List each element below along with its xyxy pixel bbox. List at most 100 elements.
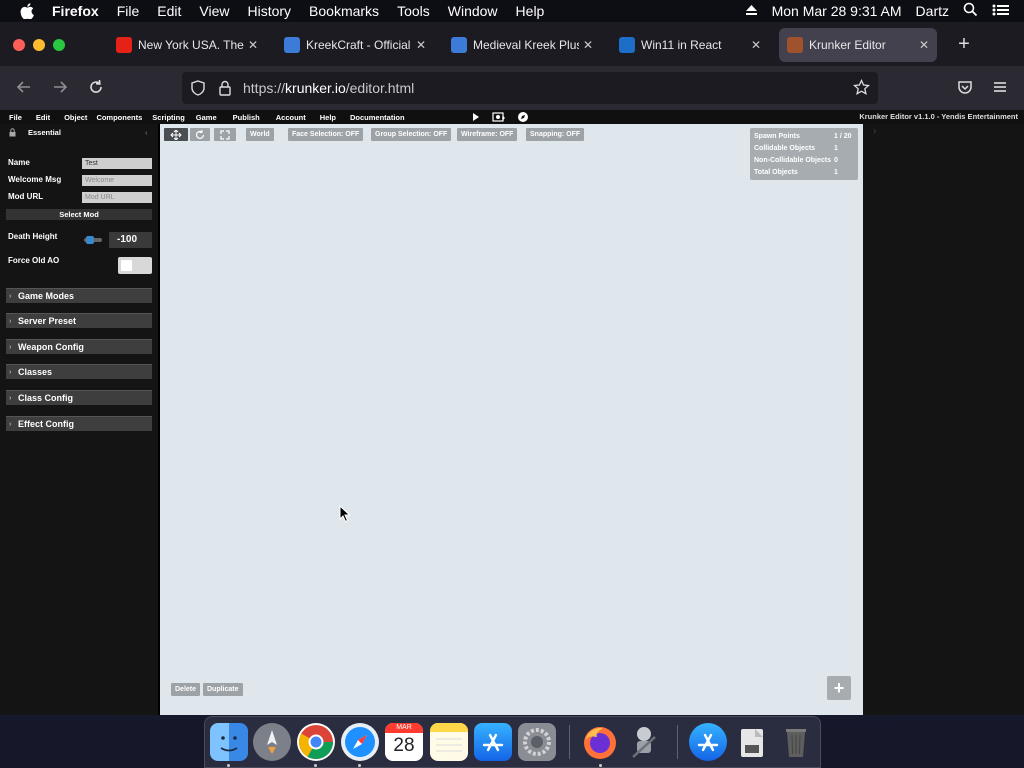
editor-menu-publish[interactable]: Publish <box>233 113 260 122</box>
navigation-toolbar: https://krunker.io/editor.html <box>0 66 1024 110</box>
add-object-button[interactable]: + <box>827 676 851 700</box>
menubar-datetime[interactable]: Mon Mar 28 9:31 AM <box>772 3 902 19</box>
face-selection-toggle[interactable]: Face Selection: OFF <box>288 128 364 141</box>
collapse-chevron-icon[interactable]: ‹ <box>145 128 148 137</box>
editor-menu-documentation[interactable]: Documentation <box>350 113 405 122</box>
menu-window[interactable]: Window <box>448 3 498 19</box>
play-icon[interactable] <box>472 112 480 124</box>
back-button[interactable] <box>14 78 34 98</box>
mod-url-input[interactable]: Mod URL <box>82 192 152 203</box>
snapping-toggle[interactable]: Snapping: OFF <box>526 128 585 141</box>
editor-version: Krunker Editor v1.1.0 - Yendis Entertain… <box>859 112 1018 121</box>
new-tab-button[interactable]: + <box>956 34 972 54</box>
lock-icon[interactable] <box>218 80 232 101</box>
group-selection-toggle[interactable]: Group Selection: OFF <box>371 128 452 141</box>
apple-menu-icon[interactable] <box>20 2 38 20</box>
url-bar[interactable]: https://krunker.io/editor.html <box>182 72 878 104</box>
screenshot-icon[interactable] <box>492 111 506 125</box>
zoom-window-button[interactable] <box>53 39 65 51</box>
menu-app-name[interactable]: Firefox <box>52 3 99 19</box>
reload-button[interactable] <box>86 78 106 98</box>
finder-icon[interactable] <box>210 723 248 761</box>
close-tab-icon[interactable]: ✕ <box>412 38 430 52</box>
object-stats-panel: Spawn Points 1 / 20 Collidable Objects 1 N… <box>750 128 858 180</box>
chevron-right-icon: › <box>9 344 12 351</box>
expand-chevron-icon[interactable]: › <box>873 126 876 137</box>
menu-edit[interactable]: Edit <box>157 3 181 19</box>
close-tab-icon[interactable]: ✕ <box>747 38 765 52</box>
editor-menu-scripting[interactable]: Scripting <box>152 113 185 122</box>
force-old-ao-toggle[interactable] <box>118 257 152 274</box>
trash-icon[interactable] <box>777 723 815 761</box>
compass-icon[interactable] <box>517 111 529 125</box>
eject-icon[interactable] <box>745 3 758 19</box>
select-mod-button[interactable]: Select Mod <box>6 209 152 220</box>
accordion-classes[interactable]: › Classes <box>6 364 152 379</box>
menu-file[interactable]: File <box>117 3 140 19</box>
editor-menu-file[interactable]: File <box>9 113 22 122</box>
tab-youtube[interactable]: New York USA. The la ✕ <box>108 28 266 62</box>
system-preferences-icon[interactable] <box>518 723 556 761</box>
world-toggle-button[interactable]: World <box>246 128 274 141</box>
death-height-input[interactable]: -100 <box>109 232 152 248</box>
close-window-button[interactable] <box>13 39 25 51</box>
editor-menu-components[interactable]: Components <box>96 113 142 122</box>
scale-tool-button[interactable] <box>214 128 236 141</box>
rotate-tool-button[interactable] <box>190 128 210 141</box>
url-text[interactable]: https://krunker.io/editor.html <box>243 80 414 96</box>
wireframe-toggle[interactable]: Wireframe: OFF <box>457 128 518 141</box>
move-tool-button[interactable] <box>164 128 188 141</box>
calendar-day: 28 <box>393 735 415 756</box>
disk-image-icon[interactable] <box>733 723 771 761</box>
menubar-user[interactable]: Dartz <box>916 3 949 19</box>
menu-view[interactable]: View <box>199 3 229 19</box>
accordion-server-preset[interactable]: › Server Preset <box>6 313 152 328</box>
welcome-msg-input[interactable]: Welcome <box>82 175 152 186</box>
delete-button[interactable]: Delete <box>171 683 201 696</box>
notes-icon[interactable] <box>430 723 468 761</box>
pocket-icon[interactable] <box>955 78 975 98</box>
essential-section-header[interactable]: Essential ‹ <box>0 128 158 140</box>
accordion-effect-config[interactable]: › Effect Config <box>6 416 152 431</box>
death-height-slider[interactable] <box>84 232 102 244</box>
app-store-icon[interactable] <box>474 723 512 761</box>
tab-win11-react[interactable]: Win11 in React ✕ <box>611 28 769 62</box>
menu-bookmarks[interactable]: Bookmarks <box>309 3 379 19</box>
app-store-download-icon[interactable] <box>689 723 727 761</box>
editor-menu-edit[interactable]: Edit <box>36 113 50 122</box>
chrome-icon[interactable] <box>297 723 335 761</box>
tab-medieval-kreek[interactable]: Medieval Kreek Plush ✕ <box>443 28 601 62</box>
safari-icon[interactable] <box>341 723 379 761</box>
tab-kreekcraft[interactable]: KreekCraft - Official ✕ <box>276 28 434 62</box>
accordion-label: Weapon Config <box>18 342 84 352</box>
bookmark-star-icon[interactable] <box>852 78 871 101</box>
hamburger-menu-icon[interactable] <box>990 78 1010 98</box>
control-center-icon[interactable] <box>992 3 1010 20</box>
menu-tools[interactable]: Tools <box>397 3 430 19</box>
menu-history[interactable]: History <box>247 3 291 19</box>
editor-menu-object[interactable]: Object <box>64 113 87 122</box>
editor-menu-help[interactable]: Help <box>320 113 336 122</box>
name-input[interactable]: Test <box>82 158 152 169</box>
close-tab-icon[interactable]: ✕ <box>579 38 597 52</box>
spotlight-search-icon[interactable] <box>963 2 978 20</box>
editor-menu-game[interactable]: Game <box>196 113 217 122</box>
tracking-protection-icon[interactable] <box>190 80 206 101</box>
close-tab-icon[interactable]: ✕ <box>915 38 933 52</box>
launchpad-icon[interactable] <box>253 723 291 761</box>
forward-button[interactable] <box>50 78 70 98</box>
menu-help[interactable]: Help <box>516 3 545 19</box>
editor-menu-account[interactable]: Account <box>276 113 306 122</box>
accordion-class-config[interactable]: › Class Config <box>6 390 152 405</box>
minimize-window-button[interactable] <box>33 39 45 51</box>
duplicate-button[interactable]: Duplicate <box>203 683 243 696</box>
accordion-weapon-config[interactable]: › Weapon Config <box>6 339 152 354</box>
calendar-icon[interactable]: MAR 28 <box>385 723 423 761</box>
firefox-icon[interactable] <box>581 723 619 761</box>
close-tab-icon[interactable]: ✕ <box>244 38 262 52</box>
editor-viewport[interactable]: World Face Selection: OFF Group Selectio… <box>160 124 863 715</box>
stats-label: Spawn Points <box>754 133 800 140</box>
accordion-game-modes[interactable]: › Game Modes <box>6 288 152 303</box>
automator-icon[interactable] <box>625 723 663 761</box>
tab-krunker-editor[interactable]: Krunker Editor ✕ <box>779 28 937 62</box>
